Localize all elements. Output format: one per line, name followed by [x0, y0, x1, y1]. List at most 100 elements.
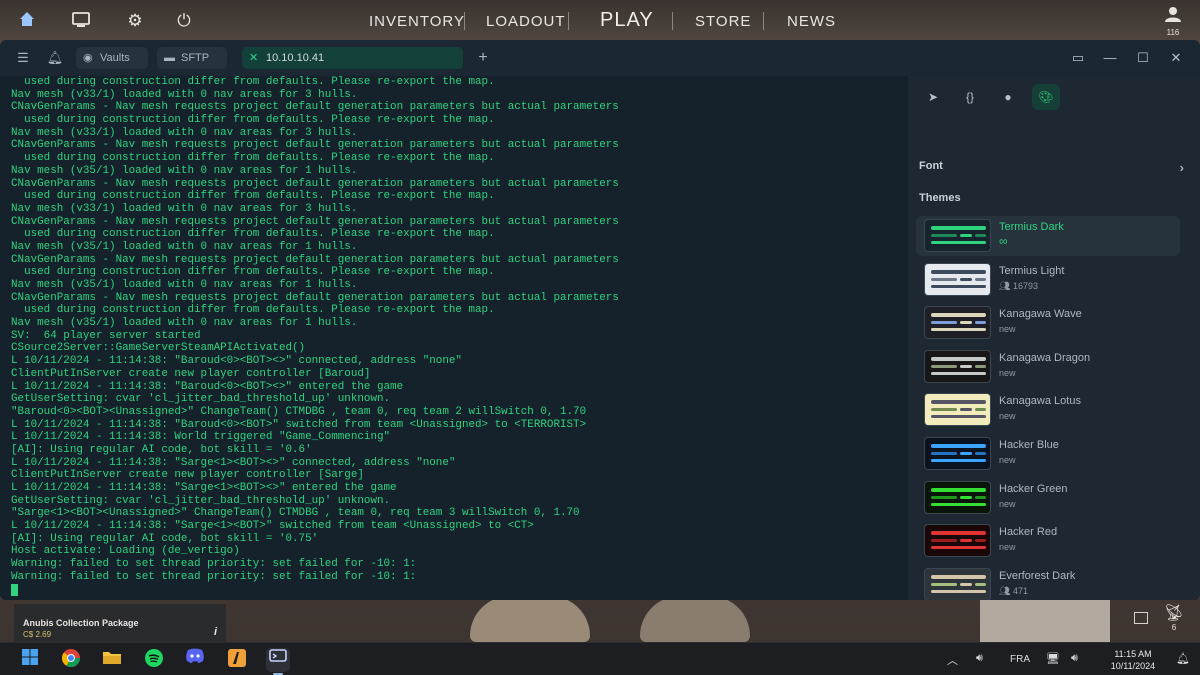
tab-active-session[interactable]: ✕ 10.10.10.41 — [242, 47, 463, 69]
speaker-icon[interactable]: 🔊︎ — [976, 652, 983, 665]
nav-separator — [464, 12, 465, 30]
terminal-line: Nav mesh (v33/1) loaded with 0 nav areas… — [11, 88, 358, 101]
preview-line — [975, 452, 986, 455]
home-icon[interactable] — [16, 10, 38, 32]
signal-indicator[interactable]: 📡︎ 6 — [1159, 603, 1189, 632]
terminal-line: CNavGenParams - Nav mesh requests projec… — [11, 291, 619, 304]
theme-item[interactable]: Kanagawa Wave new — [916, 303, 1180, 343]
discord-icon[interactable] — [183, 648, 207, 672]
theme-item[interactable]: Hacker Red new — [916, 521, 1180, 561]
theme-name: Everforest Dark — [999, 569, 1076, 582]
theme-item[interactable]: Hacker Blue new — [916, 434, 1180, 474]
theme-meta: new — [999, 411, 1016, 421]
notification-bell-icon[interactable]: 🔔︎ — [1176, 652, 1190, 665]
preview-line — [931, 582, 957, 586]
termius-window: ☰ 🔔︎ ◉ Vaults ▬ SFTP ✕ 10.10.10.41 + ▭ —… — [0, 40, 1200, 600]
toggle-panel-icon[interactable]: ▭ — [1069, 49, 1087, 67]
preview-line — [960, 539, 972, 543]
language-indicator[interactable]: FRA — [1010, 654, 1030, 665]
preview-line — [931, 546, 986, 550]
send-icon[interactable]: ➤ — [919, 84, 947, 110]
preview-line — [975, 321, 986, 325]
terminal-line: CNavGenParams - Nav mesh requests projec… — [11, 177, 619, 190]
close-tab-icon[interactable]: ✕ — [249, 47, 258, 69]
power-icon[interactable]: ⏻ — [173, 10, 195, 32]
preview-line — [931, 539, 957, 543]
message-icon[interactable] — [1134, 612, 1148, 624]
theme-meta: new — [999, 499, 1016, 509]
preview-line — [931, 400, 986, 405]
nav-loadout[interactable]: LOADOUT — [486, 13, 566, 30]
close-window-icon[interactable]: ✕ — [1167, 49, 1185, 67]
preview-line — [931, 495, 957, 499]
file-explorer-icon[interactable] — [100, 648, 124, 672]
antenna-icon: 📡︎ — [1163, 605, 1185, 622]
preview-line — [975, 408, 986, 412]
nav-separator — [568, 12, 569, 30]
nav-inventory[interactable]: INVENTORY — [369, 13, 465, 30]
font-setting-row[interactable]: Font › — [919, 160, 1184, 178]
theme-item[interactable]: Hacker Green new — [916, 478, 1180, 518]
history-icon[interactable]: ● — [994, 84, 1022, 110]
system-clock[interactable]: 11:15 AM 10/11/2024 — [1102, 648, 1164, 672]
tab-sftp[interactable]: ▬ SFTP — [157, 47, 227, 69]
gear-icon[interactable]: ⚙ — [124, 10, 146, 32]
snippets-icon[interactable]: {} — [956, 84, 984, 110]
theme-name: Termius Dark — [999, 221, 1064, 233]
theme-item[interactable]: Kanagawa Dragon new — [916, 347, 1180, 387]
preview-line — [931, 234, 957, 237]
terminal-line: Warning: failed to set thread priority: … — [11, 558, 417, 571]
terminal-output[interactable]: used during construction differ from def… — [0, 76, 908, 600]
bell-icon[interactable]: 🔔︎ — [46, 49, 64, 67]
game-top-nav: ⚙ ⏻ INVENTORY LOADOUT PLAY STORE NEWS 11… — [0, 0, 1200, 42]
chevron-up-icon[interactable]: ︿ — [947, 652, 958, 668]
spotify-icon[interactable] — [142, 648, 166, 672]
nav-store[interactable]: STORE — [695, 13, 751, 30]
menu-icon[interactable]: ☰ — [14, 49, 32, 67]
tab-session-label: 10.10.10.41 — [266, 52, 325, 64]
theme-meta: 👥︎ 471 — [999, 586, 1028, 597]
minimize-icon[interactable]: — — [1101, 49, 1119, 67]
theme-item[interactable]: Termius Light 👥︎ 16793 — [916, 260, 1180, 300]
store-item-card[interactable]: Anubis Collection Package C$ 2.69 i — [14, 604, 226, 642]
theme-name: Kanagawa Lotus — [999, 395, 1081, 408]
tab-vaults[interactable]: ◉ Vaults — [76, 47, 148, 69]
nav-separator — [672, 12, 673, 30]
theme-item[interactable]: Everforest Dark 👥︎ 471 — [916, 565, 1180, 600]
theme-preview — [924, 306, 991, 340]
volume-icon[interactable]: 🔊︎ — [1071, 652, 1078, 665]
maximize-icon[interactable]: ☐ — [1134, 49, 1152, 67]
preview-line — [931, 321, 957, 325]
terminal-line: used during construction differ from def… — [11, 152, 495, 165]
friends-button[interactable]: 116 — [1160, 6, 1186, 37]
theme-meta: new — [999, 324, 1016, 334]
counter-strike-icon[interactable] — [225, 648, 249, 672]
theme-item[interactable]: Termius Dark ∞ — [916, 216, 1180, 256]
terminal-line: [AI]: Using regular AI code, bot skill =… — [11, 532, 319, 545]
palette-icon[interactable]: 🎨︎ — [1032, 84, 1060, 110]
preview-line — [975, 582, 986, 586]
nav-news[interactable]: NEWS — [787, 13, 836, 30]
chrome-icon[interactable] — [59, 648, 83, 672]
terminal-line: CNavGenParams - Nav mesh requests projec… — [11, 101, 619, 114]
windows-start-icon[interactable] — [18, 648, 42, 672]
preview-line — [975, 277, 986, 281]
tv-icon[interactable] — [70, 10, 92, 32]
nav-play[interactable]: PLAY — [600, 9, 654, 32]
termius-icon[interactable] — [266, 648, 290, 672]
new-tab-icon[interactable]: + — [474, 49, 492, 67]
preview-line — [931, 452, 957, 455]
terminal-line: L 10/11/2024 - 11:14:38: "Baroud<0><BOT>… — [11, 380, 404, 393]
info-icon[interactable]: i — [214, 626, 217, 638]
theme-item[interactable]: Kanagawa Lotus new — [916, 390, 1180, 430]
chevron-right-icon: › — [1179, 160, 1184, 175]
preview-line — [931, 364, 957, 368]
theme-meta: new — [999, 455, 1016, 465]
preview-line — [975, 539, 986, 543]
preview-line — [931, 226, 986, 230]
screen: { "game_nav": { "items": ["INVENTORY","L… — [0, 0, 1200, 675]
tab-sftp-label: SFTP — [181, 52, 210, 64]
preview-line — [960, 495, 972, 499]
network-icon[interactable]: 🖥︎ — [1046, 652, 1060, 665]
terminal-line: used during construction differ from def… — [11, 228, 495, 241]
